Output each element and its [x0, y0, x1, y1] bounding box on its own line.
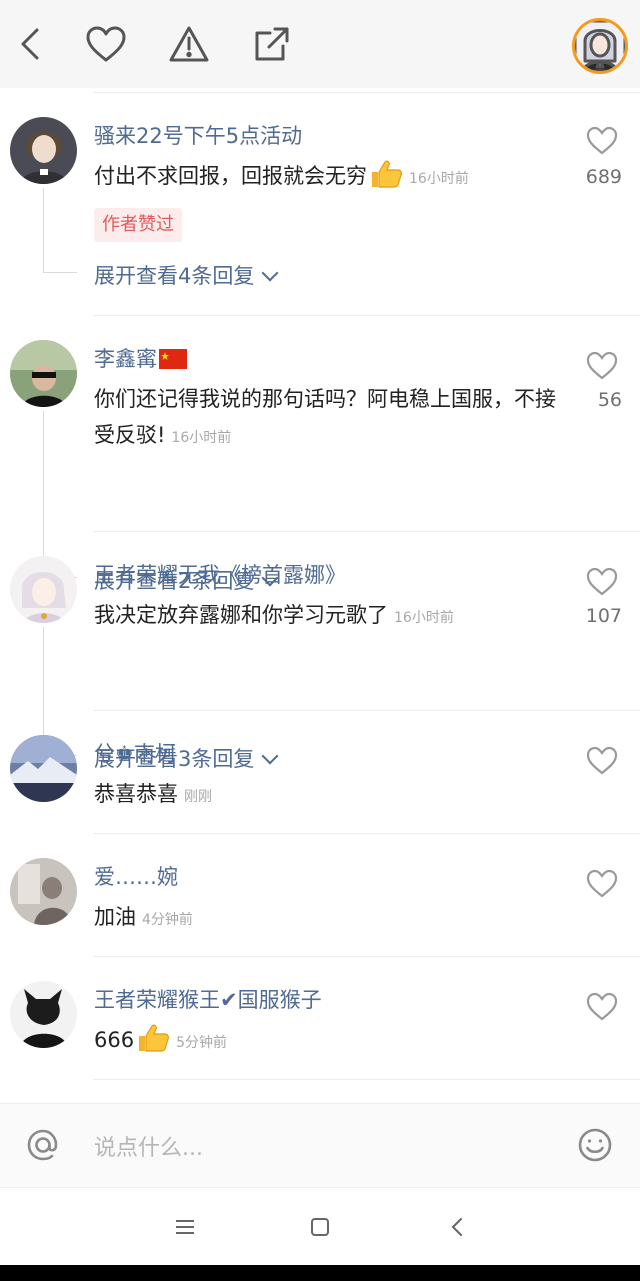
comment-text: 你们还记得我说的那句话吗？阿电稳上国服，不接受反驳! 16小时前 — [94, 381, 564, 456]
expand-replies-link[interactable]: 展开查看4条回复 — [94, 260, 279, 290]
menu-icon[interactable] — [170, 1212, 200, 1242]
comment-text: 我决定放弃露娜和你学习元歌了 16小时前 — [94, 597, 564, 636]
home-square-icon[interactable] — [305, 1212, 335, 1242]
nav-back-icon[interactable] — [442, 1212, 472, 1242]
expand-replies-label: 展开查看4条回复 — [94, 264, 255, 288]
report-warning-icon[interactable] — [167, 22, 211, 66]
like-heart-icon[interactable] — [586, 746, 618, 778]
comment-body: 恭喜恭喜 — [94, 782, 178, 806]
user-avatar[interactable] — [572, 18, 628, 74]
timestamp: 5分钟前 — [176, 1035, 228, 1051]
thread-line — [43, 188, 44, 272]
like-count: 689 — [585, 166, 622, 188]
comment-body: 666 — [94, 1028, 135, 1052]
divider — [94, 833, 640, 834]
username-label: 李鑫寗 — [94, 347, 157, 371]
chevron-down-icon — [261, 264, 279, 282]
chevron-down-icon — [261, 747, 279, 765]
like-count: 107 — [585, 605, 622, 627]
heart-icon[interactable] — [84, 22, 128, 66]
divider — [94, 1079, 640, 1080]
like-count: 56 — [597, 389, 622, 411]
back-icon[interactable] — [8, 22, 52, 66]
timestamp: 16小时前 — [394, 610, 454, 626]
divider — [94, 531, 640, 532]
emoji-smile-icon[interactable] — [576, 1126, 614, 1164]
avatar[interactable] — [10, 981, 77, 1048]
username[interactable]: 骚来22号下午5点活动 — [94, 120, 302, 150]
comment-body: 加油 — [94, 905, 136, 929]
username[interactable]: 王者荣耀猴王✔国服猴子 — [94, 984, 322, 1014]
avatar[interactable] — [10, 735, 77, 802]
divider — [94, 92, 640, 93]
china-flag-icon — [159, 349, 187, 374]
comment-text: 恭喜恭喜 刚刚 — [94, 776, 564, 815]
comment-text: 加油 4分钟前 — [94, 899, 564, 938]
username[interactable]: 兮♚南柯 — [94, 738, 176, 768]
comment-input[interactable]: 说点什么... — [94, 1130, 203, 1162]
like-heart-icon[interactable] — [586, 869, 618, 901]
comment-text: 付出不求回报，回报就会无穷 16小时前 — [94, 158, 564, 200]
timestamp: 16小时前 — [409, 171, 469, 187]
avatar[interactable] — [10, 340, 77, 407]
comment-text: 666 5分钟前 — [94, 1022, 564, 1064]
timestamp: 4分钟前 — [142, 912, 193, 928]
like-heart-icon[interactable] — [586, 126, 618, 158]
system-nav-bar — [0, 1187, 640, 1265]
divider — [94, 710, 640, 711]
mention-at-icon[interactable] — [24, 1126, 62, 1164]
divider — [94, 315, 640, 316]
comment-input-bar: 说点什么... — [0, 1103, 640, 1187]
avatar[interactable] — [10, 858, 77, 925]
comment-list[interactable]: 骚来22号下午5点活动 付出不求回报，回报就会无穷 16小时前 689 作者赞过 … — [0, 88, 640, 1103]
author-liked-badge: 作者赞过 — [94, 208, 182, 242]
timestamp: 16小时前 — [171, 430, 232, 446]
thread-line — [43, 272, 77, 273]
comment-body: 我决定放弃露娜和你学习元歌了 — [94, 603, 388, 627]
username[interactable]: 李鑫寗 — [94, 343, 187, 374]
timestamp: 刚刚 — [184, 789, 212, 805]
comment-body: 你们还记得我说的那句话吗？阿电稳上国服，不接受反驳! — [94, 387, 556, 447]
like-heart-icon[interactable] — [586, 351, 618, 383]
top-bar — [0, 0, 640, 88]
avatar[interactable] — [10, 117, 77, 184]
username[interactable]: 爱……婉 — [94, 861, 178, 891]
share-icon[interactable] — [250, 22, 294, 66]
divider — [94, 956, 640, 957]
screen-bottom-edge — [0, 1265, 640, 1281]
comment-body: 付出不求回报，回报就会无穷 — [94, 164, 367, 188]
thread-line — [43, 411, 44, 577]
like-heart-icon[interactable] — [586, 992, 618, 1024]
avatar[interactable] — [10, 556, 77, 623]
thumbs-up-icon — [136, 1023, 170, 1064]
thumbs-up-icon — [369, 159, 403, 200]
like-heart-icon[interactable] — [586, 567, 618, 599]
username[interactable]: 王者荣耀无我《榜首露娜》 — [94, 559, 346, 589]
